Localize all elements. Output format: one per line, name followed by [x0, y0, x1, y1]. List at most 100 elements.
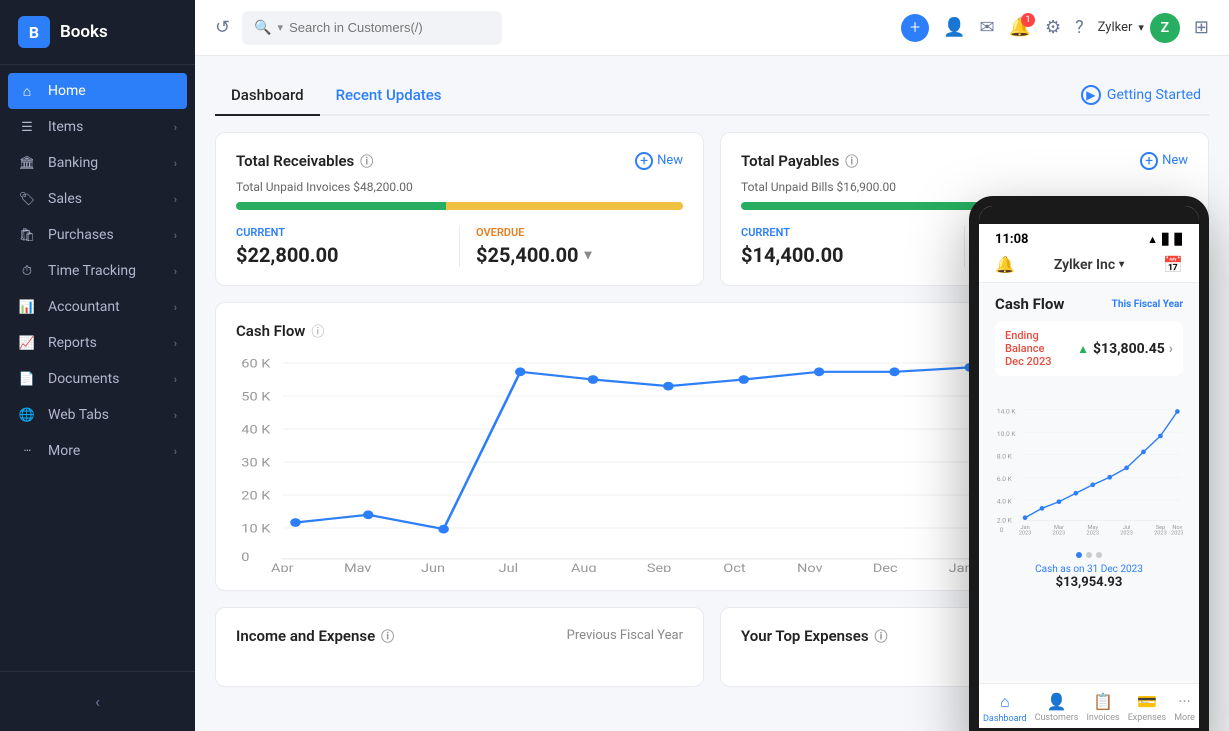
- search-dropdown-icon[interactable]: ▾: [278, 21, 284, 34]
- sidebar-bottom: ‹: [0, 671, 195, 731]
- info-icon: ⓘ: [360, 151, 373, 170]
- plus-icon: +: [635, 152, 653, 170]
- mobile-chart-line: [1025, 411, 1177, 517]
- income-expense-card: Income and Expense ⓘ Previous Fiscal Yea…: [215, 607, 704, 687]
- svg-text:2022: 2022: [266, 571, 299, 572]
- receivables-current-bar: [236, 202, 446, 210]
- customers-icon: 👤: [1047, 692, 1067, 711]
- mobile-period: This Fiscal Year: [1112, 299, 1183, 310]
- sidebar-item-purchases[interactable]: 🛍 Purchases ›: [0, 217, 195, 253]
- chart-dot: [889, 367, 900, 376]
- user-name: Zylker: [1098, 20, 1133, 35]
- mobile-tab-customers[interactable]: 👤 Customers: [1035, 692, 1079, 724]
- sidebar-nav: ⌂ Home ☰ Items › 🏛 Banking › 🏷 Sales: [0, 65, 195, 671]
- sidebar-item-label: Reports: [48, 335, 97, 351]
- receivables-overdue-block: OVERDUE $25,400.00 ▾: [476, 226, 683, 267]
- mobile-company: Zylker Inc ▾: [1054, 257, 1124, 273]
- chevron-right-icon: ›: [174, 337, 177, 350]
- sidebar-item-web-tabs[interactable]: 🌐 Web Tabs ›: [0, 397, 195, 433]
- payables-current-amount: $14,400.00: [741, 243, 948, 267]
- sidebar-item-documents[interactable]: 📄 Documents ›: [0, 361, 195, 397]
- contacts-icon[interactable]: 👤: [943, 17, 965, 38]
- getting-started-button[interactable]: ▶ Getting Started: [1073, 81, 1209, 109]
- svg-text:0: 0: [241, 551, 249, 565]
- sidebar-item-home[interactable]: ⌂ Home: [8, 73, 187, 109]
- top-expenses-title: Your Top Expenses ⓘ: [741, 626, 888, 645]
- svg-text:0: 0: [1000, 526, 1004, 534]
- mobile-pagination-dots: [995, 552, 1183, 558]
- svg-text:50 K: 50 K: [241, 390, 271, 404]
- svg-text:2022: 2022: [643, 571, 676, 572]
- sidebar-item-banking[interactable]: 🏛 Banking ›: [0, 145, 195, 181]
- chevron-right-icon: ›: [174, 193, 177, 206]
- current-label: CURRENT: [236, 226, 443, 239]
- sidebar-item-items[interactable]: ☰ Items ›: [0, 109, 195, 145]
- mobile-balance-label: Ending Balance: [1005, 329, 1044, 355]
- income-expense-period[interactable]: Previous Fiscal Year: [567, 628, 683, 643]
- add-button[interactable]: +: [901, 14, 929, 42]
- more-icon: ···: [18, 442, 36, 460]
- sidebar-item-reports[interactable]: 📈 Reports ›: [0, 325, 195, 361]
- content-area: Dashboard Recent Updates ▶ Getting Start…: [195, 56, 1229, 731]
- sidebar-item-label: Sales: [48, 191, 82, 207]
- mobile-balance-date: Dec 2023: [1005, 355, 1052, 368]
- grid-icon[interactable]: ⊞: [1194, 17, 1209, 38]
- payables-total-unpaid: Total Unpaid Bills $16,900.00: [741, 180, 1188, 194]
- sidebar-item-more[interactable]: ··· More ›: [0, 433, 195, 469]
- documents-icon: 📄: [18, 370, 36, 388]
- user-menu[interactable]: Zylker ▾ Z: [1098, 13, 1180, 43]
- sidebar-item-label: Documents: [48, 371, 119, 387]
- sidebar-item-label: Time Tracking: [48, 263, 136, 279]
- mobile-phone-overlay: 11:08 ▲ ▊ ▉ 🔔 Zylker Inc ▾ 📅 Cash Flow: [969, 196, 1209, 731]
- mobile-tab-expenses[interactable]: 💳 Expenses: [1128, 692, 1166, 724]
- mobile-cash-value: $13,954.93: [995, 575, 1183, 590]
- getting-started-icon: ▶: [1081, 85, 1101, 105]
- app-logo-icon: B: [18, 16, 50, 48]
- sales-icon: 🏷: [18, 190, 36, 208]
- payables-new-button[interactable]: + New: [1140, 152, 1188, 170]
- help-icon[interactable]: ?: [1075, 17, 1084, 38]
- getting-started-label: Getting Started: [1107, 87, 1201, 103]
- topbar-icons: + 👤 ✉ 🔔 1 ⚙ ? Zylker ▾ Z ⊞: [901, 13, 1209, 43]
- sidebar-item-time-tracking[interactable]: ⏱ Time Tracking ›: [0, 253, 195, 289]
- svg-text:2023: 2023: [1171, 531, 1183, 537]
- mobile-tab-more[interactable]: ··· More: [1174, 692, 1195, 724]
- svg-text:40 K: 40 K: [241, 423, 271, 437]
- user-avatar: Z: [1150, 13, 1180, 43]
- tab-recent-updates[interactable]: Recent Updates: [320, 76, 458, 116]
- page-tabs: Dashboard Recent Updates ▶ Getting Start…: [215, 76, 1209, 116]
- mobile-content: Cash Flow This Fiscal Year Ending Balanc…: [979, 283, 1199, 683]
- chart-dot: [738, 375, 749, 384]
- search-input[interactable]: [289, 20, 489, 35]
- items-icon: ☰: [18, 118, 36, 136]
- sidebar-item-label: Purchases: [48, 227, 114, 243]
- receivables-current-amount: $22,800.00: [236, 243, 443, 267]
- chevron-right-icon: ›: [174, 121, 177, 134]
- mobile-time: 11:08: [995, 232, 1029, 247]
- chevron-right-icon: ›: [174, 157, 177, 170]
- settings-icon[interactable]: ⚙: [1045, 17, 1061, 38]
- mobile-tab-invoices[interactable]: 📋 Invoices: [1086, 692, 1119, 724]
- sidebar-item-sales[interactable]: 🏷 Sales ›: [0, 181, 195, 217]
- purchases-icon: 🛍: [18, 226, 36, 244]
- sidebar-collapse-button[interactable]: ‹: [0, 684, 195, 719]
- mobile-status-bar: 11:08 ▲ ▊ ▉: [979, 224, 1199, 251]
- mobile-header: 🔔 Zylker Inc ▾ 📅: [979, 251, 1199, 283]
- mobile-tab-dashboard[interactable]: ⌂ Dashboard: [983, 692, 1027, 724]
- sidebar-item-accountant[interactable]: 📊 Accountant ›: [0, 289, 195, 325]
- chevron-right-icon: ›: [174, 373, 177, 386]
- chevron-right-icon: ›: [174, 229, 177, 242]
- receivables-new-button[interactable]: + New: [635, 152, 683, 170]
- overdue-label: OVERDUE: [476, 226, 683, 239]
- envelope-icon[interactable]: ✉: [980, 17, 995, 38]
- overdue-dropdown-icon[interactable]: ▾: [585, 247, 592, 263]
- refresh-button[interactable]: ↺: [215, 17, 230, 38]
- notifications-icon[interactable]: 🔔 1: [1009, 17, 1031, 38]
- svg-text:6.0 K: 6.0 K: [997, 475, 1013, 483]
- svg-text:2023: 2023: [1154, 531, 1167, 537]
- mobile-chart-svg: 14.0 K 10.0 K 8.0 K 6.0 K 4.0 K 2.0 K 0: [995, 386, 1183, 546]
- sidebar-item-label: Items: [48, 119, 83, 135]
- tab-dashboard[interactable]: Dashboard: [215, 76, 320, 116]
- cashflow-info-icon: ⓘ: [311, 321, 324, 340]
- chevron-right-icon: ›: [174, 301, 177, 314]
